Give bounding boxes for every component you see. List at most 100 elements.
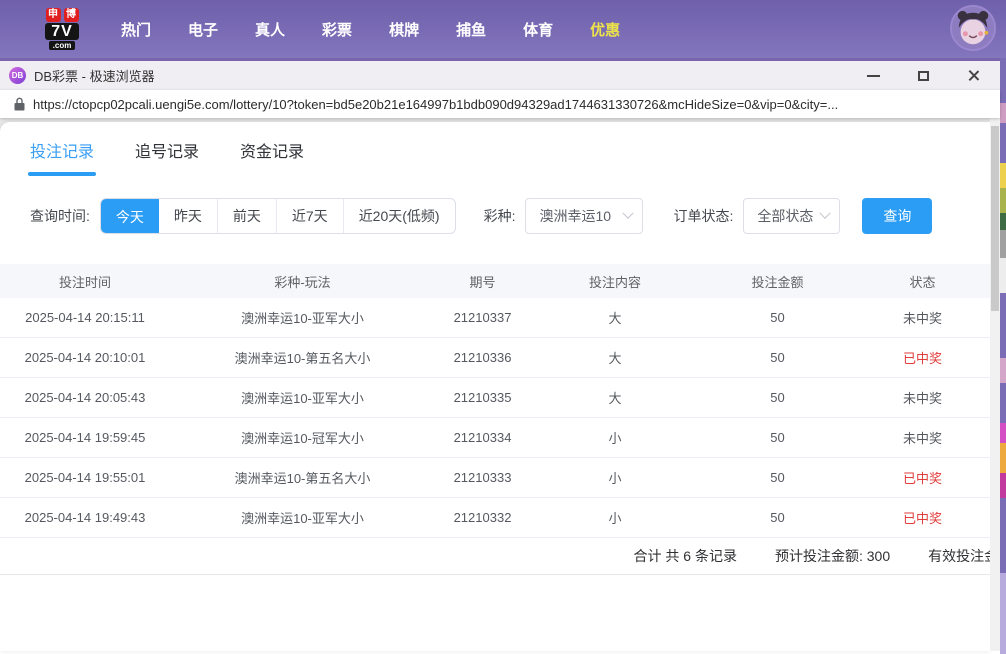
avatar-illustration [952,7,994,49]
table-header: 投注时间 彩种-玩法 期号 投注内容 投注金额 状态 [0,264,990,298]
summary-total: 合计 共 6 条记录 [634,546,737,566]
cell-issue: 21210334 [435,430,530,445]
browser-window: DB DB彩票 - 极速浏览器 https://ctopcp02pcali.ue… [0,58,1000,654]
tab-chase-records[interactable]: 追号记录 [135,138,199,176]
col-bet-time: 投注时间 [0,272,170,291]
logo-char-1: 申 [46,8,61,22]
chevron-down-icon [623,208,634,219]
nav-item-hot[interactable]: 热门 [121,19,151,40]
table-row: 2025-04-14 19:59:45 澳洲幸运10-冠军大小 21210334… [0,418,990,458]
user-avatar[interactable] [950,5,996,51]
tab-bet-records[interactable]: 投注记录 [30,138,94,176]
cell-bet-time: 2025-04-14 20:05:43 [0,390,170,405]
summary-expected: 预计投注金额: 300 [775,546,890,566]
col-issue: 期号 [435,272,530,291]
nav-item-lottery[interactable]: 彩票 [322,19,352,40]
time-filter-group: 今天 昨天 前天 近7天 近20天(低频) [100,198,456,234]
time-option-last20days[interactable]: 近20天(低频) [343,199,455,233]
col-bet-amount: 投注金额 [700,272,855,291]
cell-game-play: 澳洲幸运10-第五名大小 [170,348,435,367]
nav-item-chess[interactable]: 棋牌 [389,19,419,40]
table-row: 2025-04-14 19:49:43 澳洲幸运10-亚军大小 21210332… [0,498,990,538]
logo-char-2: 博 [64,8,79,22]
cell-bet-time: 2025-04-14 20:15:11 [0,310,170,325]
lock-icon [14,97,25,111]
logo-brand: 7V [45,23,79,40]
table-row: 2025-04-14 20:05:43 澳洲幸运10-亚军大小 21210335… [0,378,990,418]
tab-fund-records[interactable]: 资金记录 [240,138,304,176]
cell-status: 未中奖 [855,308,990,327]
logo-suffix: .com [49,41,76,50]
maximize-button[interactable] [910,65,936,87]
time-option-today[interactable]: 今天 [101,199,159,233]
order-status-select[interactable]: 全部状态 [743,198,840,234]
cell-game-play: 澳洲幸运10-第五名大小 [170,468,435,487]
time-option-day-before[interactable]: 前天 [217,199,276,233]
bet-records-table: 投注时间 彩种-玩法 期号 投注内容 投注金额 状态 2025-04-14 20… [0,264,990,538]
records-card: 投注记录 追号记录 资金记录 查询时间: 今天 昨天 前天 近7天 近20天(低… [0,122,990,651]
order-status-label: 订单状态: [673,206,733,226]
close-button[interactable] [960,65,986,87]
summary-valid: 有效投注金额: [928,546,990,566]
cell-bet-content: 大 [530,348,700,367]
query-button[interactable]: 查询 [862,198,932,234]
maximize-icon [918,71,929,81]
cell-game-play: 澳洲幸运10-亚军大小 [170,508,435,527]
cell-bet-content: 小 [530,508,700,527]
cell-status: 未中奖 [855,428,990,447]
minimize-button[interactable] [860,65,886,87]
table-row: 2025-04-14 20:10:01 澳洲幸运10-第五名大小 2121033… [0,338,990,378]
lottery-filter-label: 彩种: [484,206,516,226]
site-nav: 申 博 7V .com 热门 电子 真人 彩票 棋牌 捕鱼 体育 优惠 [0,0,1006,58]
cell-game-play: 澳洲幸运10-亚军大小 [170,388,435,407]
cell-issue: 21210332 [435,510,530,525]
cell-bet-content: 大 [530,388,700,407]
table-row: 2025-04-14 19:55:01 澳洲幸运10-第五名大小 2121033… [0,458,990,498]
cell-bet-amount: 50 [700,430,855,445]
nav-item-slots[interactable]: 电子 [188,19,218,40]
order-status-value: 全部状态 [757,206,813,226]
screen: 申 博 7V .com 热门 电子 真人 彩票 棋牌 捕鱼 体育 优惠 [0,0,1006,654]
background-page-strip [1000,58,1006,654]
cell-bet-content: 大 [530,308,700,327]
cell-issue: 21210337 [435,310,530,325]
nav-item-live[interactable]: 真人 [255,19,285,40]
cell-game-play: 澳洲幸运10-亚军大小 [170,308,435,327]
time-option-yesterday[interactable]: 昨天 [159,199,217,233]
cell-issue: 21210336 [435,350,530,365]
cell-status: 未中奖 [855,388,990,407]
cell-game-play: 澳洲幸运10-冠军大小 [170,428,435,447]
cell-status: 已中奖 [855,348,990,367]
col-game-play: 彩种-玩法 [170,272,435,291]
nav-item-promo[interactable]: 优惠 [590,19,620,40]
lottery-select-value: 澳洲幸运10 [539,206,611,226]
cell-issue: 21210335 [435,390,530,405]
logo-badges: 申 博 [46,8,79,22]
nav-item-sports[interactable]: 体育 [523,19,553,40]
cell-bet-amount: 50 [700,350,855,365]
site-logo[interactable]: 申 博 7V .com [28,8,96,50]
content-scrollbar[interactable] [990,118,1000,651]
cell-bet-time: 2025-04-14 19:59:45 [0,430,170,445]
filter-bar: 查询时间: 今天 昨天 前天 近7天 近20天(低频) 彩种: 澳洲幸运10 订 [30,198,990,234]
cell-bet-amount: 50 [700,390,855,405]
table-body: 2025-04-14 20:15:11 澳洲幸运10-亚军大小 21210337… [0,298,990,538]
close-icon [967,69,980,82]
cell-bet-time: 2025-04-14 20:10:01 [0,350,170,365]
cell-bet-content: 小 [530,428,700,447]
nav-item-fishing[interactable]: 捕鱼 [456,19,486,40]
url-bar[interactable]: https://ctopcp02pcali.uengi5e.com/lotter… [0,90,1000,118]
lottery-select[interactable]: 澳洲幸运10 [525,198,643,234]
col-status: 状态 [855,272,990,291]
cell-bet-amount: 50 [700,510,855,525]
cell-status: 已中奖 [855,508,990,527]
cell-bet-amount: 50 [700,310,855,325]
record-tabs: 投注记录 追号记录 资金记录 [0,122,990,176]
time-filter-label: 查询时间: [30,206,90,226]
time-option-last7days[interactable]: 近7天 [276,199,343,233]
minimize-icon [867,75,880,77]
cell-status: 已中奖 [855,468,990,487]
scrollbar-thumb[interactable] [991,126,999,311]
nav-items: 热门 电子 真人 彩票 棋牌 捕鱼 体育 优惠 [121,19,620,40]
window-controls [860,65,986,87]
